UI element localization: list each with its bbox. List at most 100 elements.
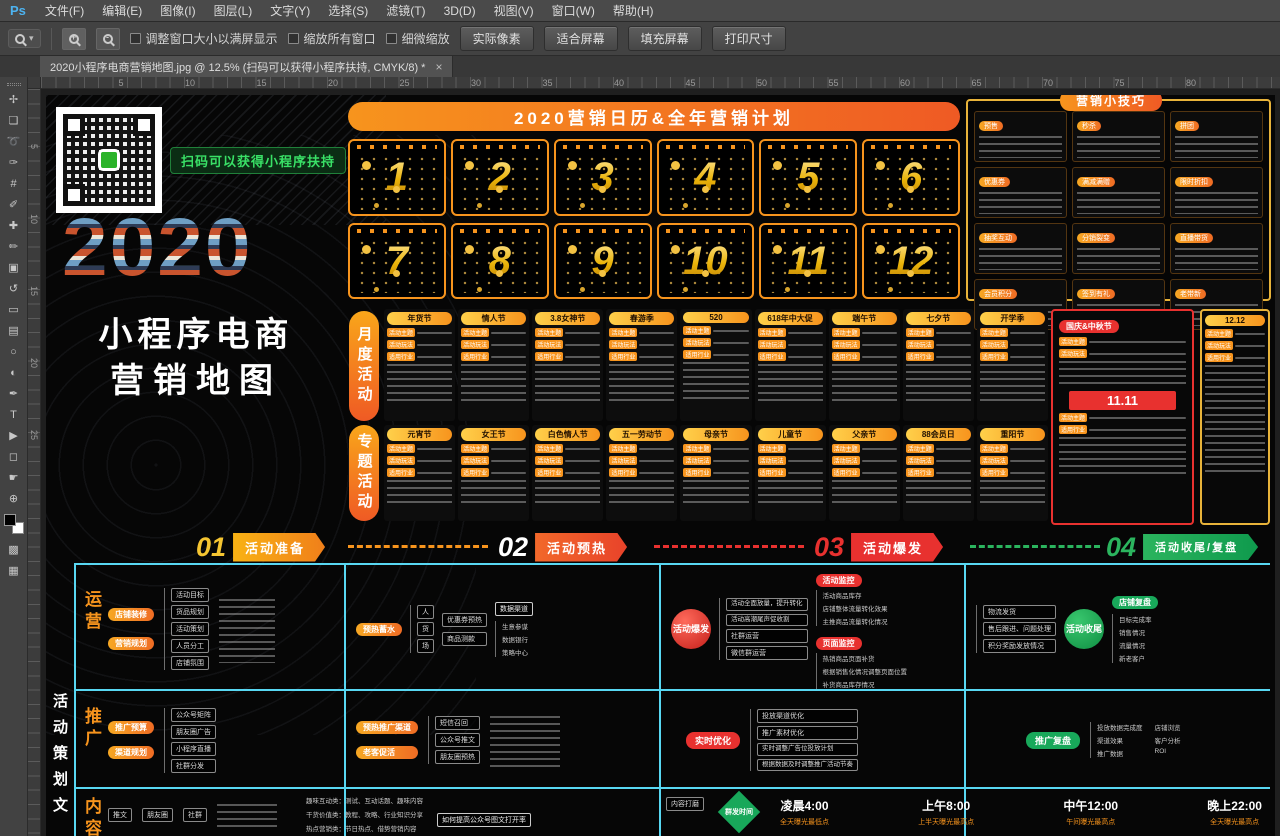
placeholder-text xyxy=(565,460,600,462)
tag-theme: 活动主题 xyxy=(980,328,1008,337)
tag-play: 活动玩法 xyxy=(683,338,711,347)
placeholder-text xyxy=(713,448,748,450)
menu-item[interactable]: 窗口(W) xyxy=(543,0,604,21)
grid-line xyxy=(74,787,1270,789)
tag-industry: 适用行业 xyxy=(1059,425,1087,434)
tag-theme: 活动主题 xyxy=(683,444,711,453)
ruler-number: 5 xyxy=(29,144,39,149)
timeline-note: 全天曝光最低点 xyxy=(780,817,829,827)
document-tab-bar: 2020小程序电商营销地图.jpg @ 12.5% (扫码可以获得小程序扶持, … xyxy=(0,56,1280,77)
menu-item[interactable]: 选择(S) xyxy=(319,0,377,21)
tag-theme: 活动主题 xyxy=(609,444,637,453)
print-size-button[interactable]: 打印尺寸 xyxy=(712,26,786,51)
tag-play: 活动玩法 xyxy=(609,340,637,349)
placeholder-text xyxy=(417,332,452,334)
map-pill: 店铺装修 xyxy=(108,608,154,621)
resize-windows-checkbox[interactable]: 调整窗口大小以满屏显示 xyxy=(130,30,278,47)
placeholder-text xyxy=(979,136,1062,158)
type-tool-icon[interactable]: T xyxy=(3,405,25,424)
map-node: 短信召回 xyxy=(435,716,480,730)
activity-card-title: 元宵节 xyxy=(387,428,452,441)
poster-title-line1: 小程序电商 xyxy=(46,307,346,356)
map-node: 朋友圈预热 xyxy=(435,750,480,764)
fit-screen-button[interactable]: 适合屏幕 xyxy=(544,26,618,51)
tag-industry: 适用行业 xyxy=(387,352,415,361)
placeholder-text xyxy=(491,344,526,346)
ruler-number: 50 xyxy=(698,77,770,89)
menu-item[interactable]: 视图(V) xyxy=(485,0,543,21)
healing-brush-tool-icon[interactable]: ✚ xyxy=(3,216,25,235)
placeholder-text xyxy=(713,460,748,462)
tag-theme: 活动主题 xyxy=(906,444,934,453)
gradient-tool-icon[interactable]: ▤ xyxy=(3,321,25,340)
map-node: 活动高潮尾声促收割 xyxy=(726,614,808,626)
map-item: 根据销售化情况调整页面位置 xyxy=(823,666,908,676)
pen-tool-icon[interactable]: ✒ xyxy=(3,384,25,403)
crop-tool-icon[interactable]: # xyxy=(3,174,25,193)
fill-screen-button[interactable]: 填充屏幕 xyxy=(628,26,702,51)
zoom-tool-icon[interactable]: ⊕ xyxy=(3,489,25,508)
canvas-area[interactable]: 扫码可以获得小程序扶持 2020 小程序电商 营销地图 2020营销日历&全年营… xyxy=(41,89,1280,836)
menu-item[interactable]: 图像(I) xyxy=(151,0,204,21)
tip-card-title: 直播带货 xyxy=(1175,233,1213,243)
color-swatches[interactable] xyxy=(4,514,24,534)
activity-card-title: 春游季 xyxy=(609,312,674,325)
timeline-item: 晚上22:00 全天曝光最高点 xyxy=(1207,797,1262,827)
move-tool-icon[interactable]: ✢ xyxy=(3,90,25,109)
menu-item[interactable]: 图层(L) xyxy=(205,0,262,21)
menu-item[interactable]: 滤镜(T) xyxy=(377,0,434,21)
document-tab[interactable]: 2020小程序电商营销地图.jpg @ 12.5% (扫码可以获得小程序扶持, … xyxy=(40,56,453,77)
screen-mode-button[interactable]: ▦ xyxy=(3,561,25,580)
scrubby-zoom-checkbox[interactable]: 细微缩放 xyxy=(386,30,450,47)
hand-tool-icon[interactable]: ☛ xyxy=(3,468,25,487)
clone-stamp-tool-icon[interactable]: ▣ xyxy=(3,258,25,277)
ruler-number: 80 xyxy=(1127,77,1199,89)
menu-item[interactable]: 文字(Y) xyxy=(261,0,319,21)
zoom-out-button[interactable] xyxy=(96,28,120,50)
map-item: 策略中心 xyxy=(502,647,533,657)
actual-pixels-button[interactable]: 实际像素 xyxy=(460,26,534,51)
tag-industry: 适用行业 xyxy=(683,350,711,359)
tag-theme: 活动主题 xyxy=(832,444,860,453)
placeholder-text xyxy=(1089,353,1186,355)
dodge-tool-icon[interactable]: ◐ xyxy=(3,363,25,382)
quick-mask-button[interactable]: ▩ xyxy=(3,540,25,559)
zoom-in-button[interactable] xyxy=(62,28,86,50)
blur-tool-icon[interactable]: ○ xyxy=(3,342,25,361)
marquee-tool-icon[interactable]: ❏ xyxy=(3,111,25,130)
menu-item[interactable]: 文件(F) xyxy=(36,0,93,21)
quick-selection-tool-icon[interactable]: ✑ xyxy=(3,153,25,172)
brush-tool-icon[interactable]: ✏ xyxy=(3,237,25,256)
tag-play: 活动玩法 xyxy=(758,456,786,465)
placeholder-text xyxy=(936,356,971,358)
placeholder-text xyxy=(491,332,526,334)
history-brush-tool-icon[interactable]: ↺ xyxy=(3,279,25,298)
menu-item[interactable]: 编辑(E) xyxy=(93,0,151,21)
placeholder-text xyxy=(490,716,560,768)
current-tool-chip[interactable]: ▾ xyxy=(8,29,41,48)
map-item: 推广数据 xyxy=(1097,748,1143,758)
eyedropper-tool-icon[interactable]: ✐ xyxy=(3,195,25,214)
menu-item[interactable]: 3D(D) xyxy=(435,0,485,21)
foreground-color-swatch[interactable] xyxy=(4,514,16,526)
placeholder-text xyxy=(491,448,526,450)
zoom-all-windows-checkbox[interactable]: 缩放所有窗口 xyxy=(288,30,376,47)
path-selection-tool-icon[interactable]: ▶ xyxy=(3,426,25,445)
placeholder-text xyxy=(683,362,748,400)
ruler-number: 70 xyxy=(984,77,1056,89)
ruler-number: 15 xyxy=(197,77,269,89)
tag-theme: 活动主题 xyxy=(906,328,934,337)
placeholder-text xyxy=(862,332,897,334)
placeholder-text xyxy=(1235,345,1265,347)
eraser-tool-icon[interactable]: ▭ xyxy=(3,300,25,319)
phase-4-header: 04 活动收尾/复盘 xyxy=(1106,532,1258,562)
map-pill: 预热蓄水 xyxy=(356,623,402,636)
palette-grip[interactable] xyxy=(7,83,21,86)
tab-close-icon[interactable]: × xyxy=(435,60,442,74)
shape-tool-icon[interactable]: ◻ xyxy=(3,447,25,466)
calendar-month: 5 xyxy=(759,139,857,216)
lasso-tool-icon[interactable]: ➰ xyxy=(3,132,25,151)
menu-item[interactable]: 帮助(H) xyxy=(604,0,663,21)
timeline-time: 上午8:00 xyxy=(918,797,974,814)
placeholder-text xyxy=(862,344,897,346)
